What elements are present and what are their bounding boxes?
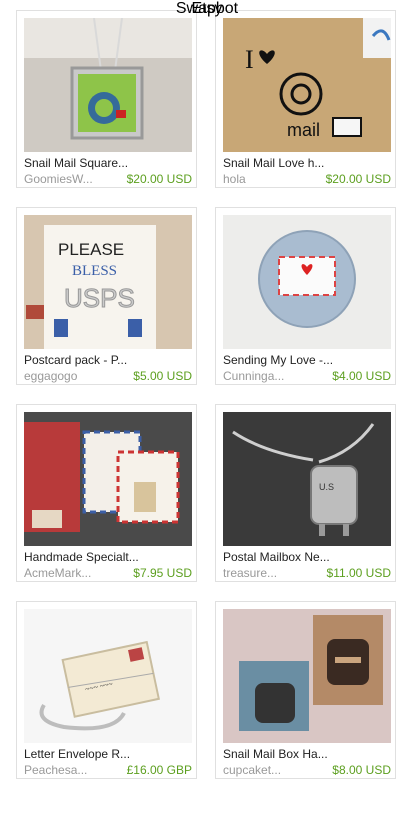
shop-name[interactable]: hola (223, 172, 246, 186)
product-card[interactable]: U.S Postal Mailbox Ne... treasure... $11… (215, 404, 396, 582)
product-title[interactable]: Snail Mail Love h... (223, 156, 391, 170)
svg-text:U.S: U.S (319, 482, 334, 492)
product-price: $11.00 USD (326, 566, 391, 580)
svg-text:USPS: USPS (64, 283, 135, 313)
product-title[interactable]: Letter Envelope R... (24, 747, 192, 761)
product-price: £16.00 GBP (126, 763, 192, 777)
shop-name[interactable]: cupcaket... (223, 763, 281, 777)
airmail-stationery-image[interactable] (24, 412, 192, 546)
product-card[interactable]: Snail Mail Square... GoomiesW... $20.00 … (16, 10, 197, 188)
mailbox-necklace-image[interactable]: U.S (223, 412, 391, 546)
product-card[interactable]: PLEASE BLESS USPS Postcard pack - P... e… (16, 207, 197, 385)
swapbot-link[interactable]: Swapbot (0, 0, 414, 18)
product-price: $20.00 USD (325, 172, 391, 186)
product-card[interactable]: ~~~ ~~~ Letter Envelope R... Peachesa...… (16, 601, 197, 779)
shop-name[interactable]: treasure... (223, 566, 277, 580)
product-card[interactable]: Sending My Love -... Cunninga... $4.00 U… (215, 207, 396, 385)
shop-name[interactable]: Cunninga... (223, 369, 284, 383)
shop-name[interactable]: Peachesa... (24, 763, 87, 777)
product-card[interactable]: Handmade Specialt... AcmeMark... $7.95 U… (16, 404, 197, 582)
product-price: $5.00 USD (133, 369, 192, 383)
product-title[interactable]: Handmade Specialt... (24, 550, 192, 564)
love-letter-button-image[interactable] (223, 215, 391, 349)
svg-text:PLEASE: PLEASE (58, 240, 124, 259)
envelope-ring-image[interactable]: ~~~ ~~~ (24, 609, 192, 743)
product-card[interactable]: Snail Mail Box Ha... cupcaket... $8.00 U… (215, 601, 396, 779)
product-title[interactable]: Snail Mail Square... (24, 156, 192, 170)
i-love-mail-stamp-image[interactable]: I mail (223, 18, 391, 152)
product-card[interactable]: I mail Snail Mail Love h... hola $20.00 … (215, 10, 396, 188)
svg-text:BLESS: BLESS (72, 263, 117, 279)
shop-name[interactable]: GoomiesW... (24, 172, 93, 186)
product-price: $8.00 USD (332, 763, 391, 777)
product-title[interactable]: Snail Mail Box Ha... (223, 747, 391, 761)
snail-mailbox-stamp-image[interactable] (223, 609, 391, 743)
svg-text:mail: mail (287, 120, 320, 140)
snail-pendant-image[interactable] (24, 18, 192, 152)
product-price: $20.00 USD (126, 172, 192, 186)
product-title[interactable]: Postcard pack - P... (24, 353, 192, 367)
please-bless-usps-postcard-image[interactable]: PLEASE BLESS USPS (24, 215, 192, 349)
shop-name[interactable]: eggagogo (24, 369, 77, 383)
product-price: $7.95 USD (133, 566, 192, 580)
product-title[interactable]: Sending My Love -... (223, 353, 391, 367)
shop-name[interactable]: AcmeMark... (24, 566, 91, 580)
product-price: $4.00 USD (332, 369, 391, 383)
svg-text:I: I (245, 45, 254, 74)
product-title[interactable]: Postal Mailbox Ne... (223, 550, 391, 564)
